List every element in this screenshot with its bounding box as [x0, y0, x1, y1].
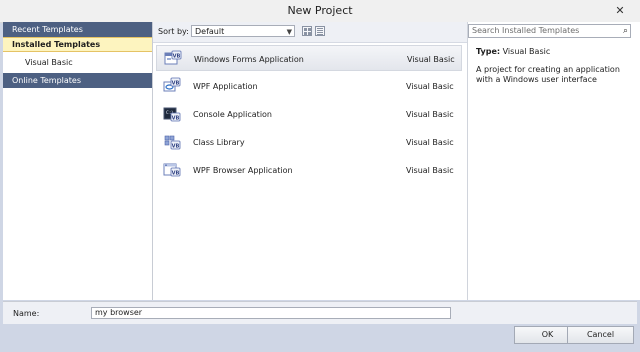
- sort-by-value: Default: [195, 27, 225, 36]
- template-row-windows-forms[interactable]: VB Windows Forms Application Visual Basi…: [156, 45, 462, 71]
- template-language: Visual Basic: [406, 82, 454, 91]
- title-bar: New Project ✕: [0, 0, 640, 23]
- console-app-icon: C:\ VB: [163, 107, 181, 121]
- svg-text:VB: VB: [172, 80, 180, 86]
- search-placeholder: Search Installed Templates: [472, 26, 580, 35]
- template-nav-pane: Recent Templates Installed Templates Vis…: [3, 22, 153, 300]
- wpf-app-icon: VB: [163, 77, 181, 92]
- close-icon: ✕: [615, 3, 625, 17]
- svg-text:VB: VB: [173, 53, 181, 59]
- nav-visual-basic[interactable]: Visual Basic: [3, 55, 152, 70]
- name-label: Name:: [13, 309, 40, 318]
- svg-text:VB: VB: [172, 170, 180, 176]
- template-name: WPF Browser Application: [193, 166, 293, 175]
- project-name-input[interactable]: my browser: [91, 307, 451, 319]
- template-list: VB Windows Forms Application Visual Basi…: [153, 43, 467, 300]
- template-language: Visual Basic: [406, 166, 454, 175]
- dialog-title: New Project: [287, 4, 353, 17]
- template-name: WPF Application: [193, 82, 258, 91]
- template-language: Visual Basic: [406, 110, 454, 119]
- cancel-button[interactable]: Cancel: [567, 326, 634, 344]
- template-name: Console Application: [193, 110, 272, 119]
- sort-by-label: Sort by:: [158, 27, 189, 36]
- nav-recent-templates[interactable]: Recent Templates: [3, 22, 152, 37]
- new-project-dialog: New Project ✕ Recent Templates Installed…: [0, 0, 640, 352]
- medium-icons-view-icon[interactable]: [302, 26, 312, 36]
- type-label: Type:: [476, 47, 501, 56]
- template-name: Windows Forms Application: [194, 55, 304, 64]
- windows-forms-icon: VB: [164, 50, 182, 65]
- template-type: Type: Visual Basic: [476, 47, 550, 56]
- nav-online-templates[interactable]: Online Templates: [3, 73, 152, 88]
- template-language: Visual Basic: [406, 138, 454, 147]
- sort-by-dropdown[interactable]: Default ▼: [191, 25, 295, 37]
- wpf-browser-app-icon: VB: [163, 163, 181, 177]
- search-icon[interactable]: ⌕: [623, 25, 628, 37]
- type-value: Visual Basic: [502, 47, 551, 56]
- template-row-wpf-browser-application[interactable]: VB WPF Browser Application Visual Basic: [156, 157, 462, 183]
- template-description: A project for creating an application wi…: [476, 65, 620, 84]
- svg-text:VB: VB: [172, 115, 180, 121]
- class-library-icon: VB: [164, 135, 181, 150]
- nav-installed-templates[interactable]: Installed Templates: [3, 37, 152, 52]
- project-name-bar: Name: my browser: [3, 301, 637, 324]
- template-row-console-application[interactable]: C:\ VB Console Application Visual Basic: [156, 101, 462, 127]
- search-installed-templates-input[interactable]: Search Installed Templates ⌕: [468, 24, 631, 38]
- list-toolbar: Sort by: Default ▼: [153, 22, 467, 43]
- template-name: Class Library: [193, 138, 245, 147]
- template-row-wpf-application[interactable]: VB WPF Application Visual Basic: [156, 73, 462, 99]
- svg-text:VB: VB: [172, 143, 180, 149]
- template-details-pane: Search Installed Templates ⌕ Type: Visua…: [467, 22, 640, 300]
- template-language: Visual Basic: [407, 55, 455, 64]
- close-button[interactable]: ✕: [600, 0, 640, 20]
- chevron-down-icon: ▼: [286, 28, 292, 36]
- template-row-class-library[interactable]: VB Class Library Visual Basic: [156, 129, 462, 155]
- list-view-icon[interactable]: [315, 26, 325, 36]
